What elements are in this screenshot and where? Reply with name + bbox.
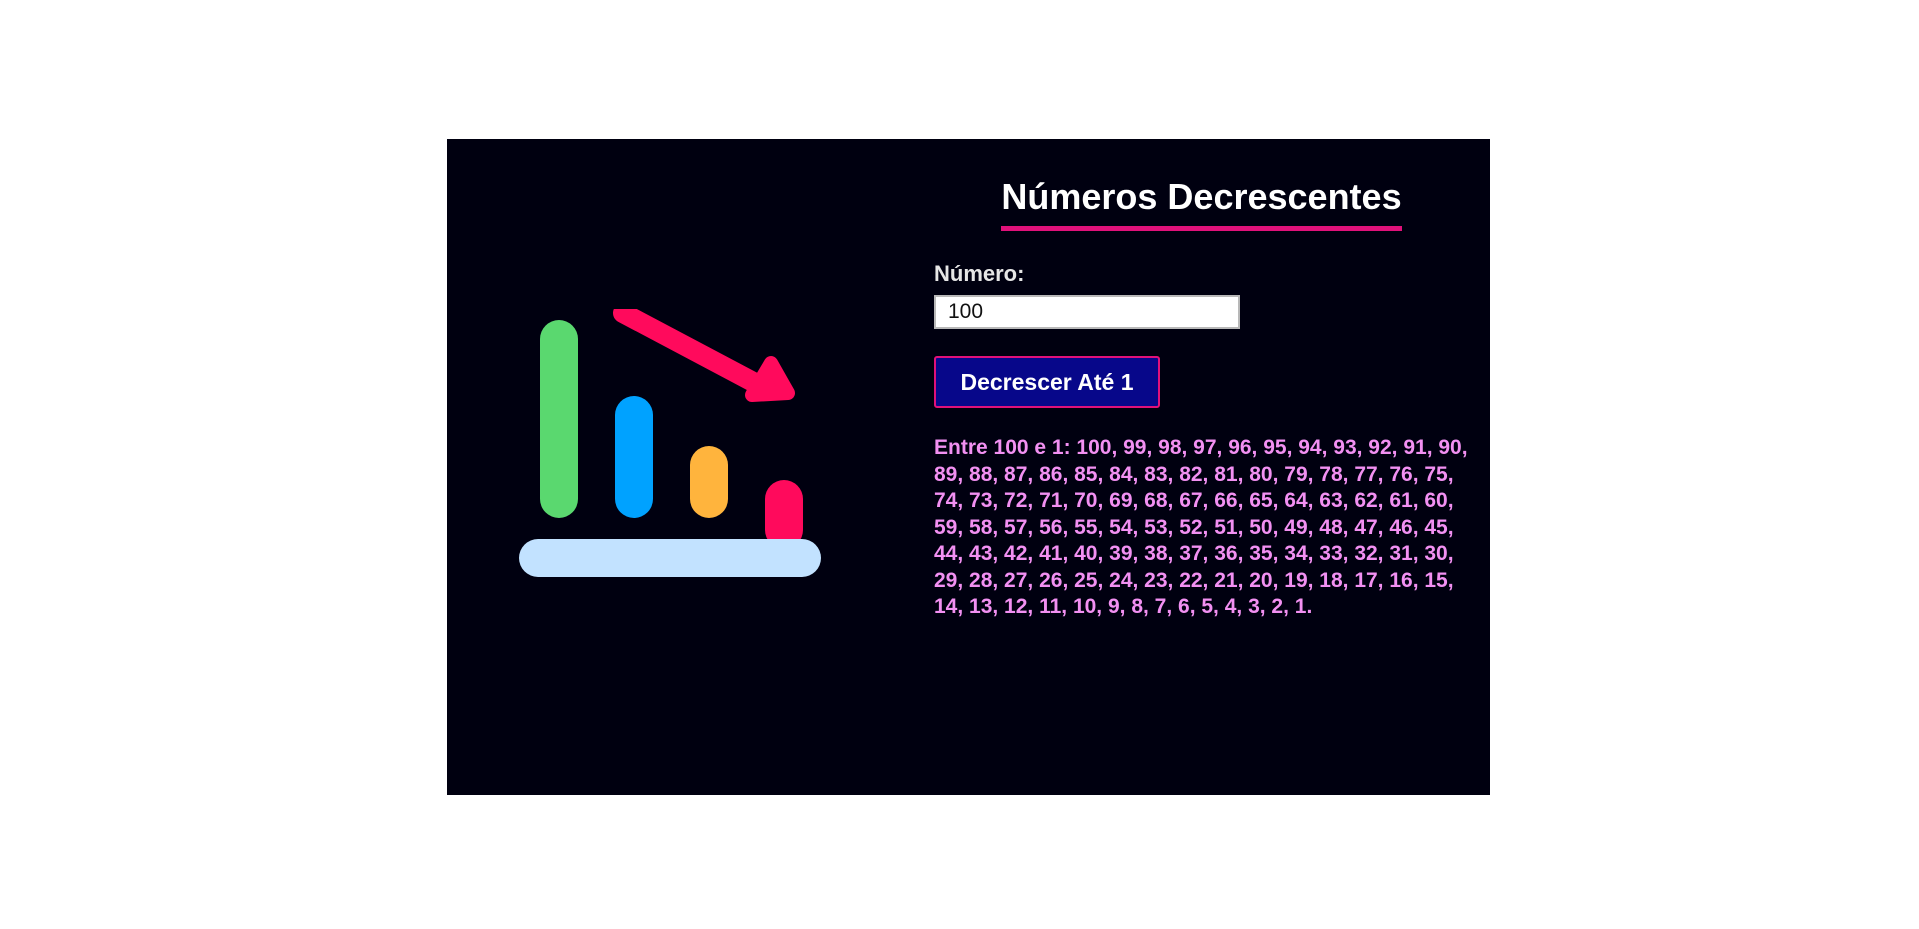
page-title: Números Decrescentes xyxy=(1001,174,1402,231)
decrease-button[interactable]: Decrescer Até 1 xyxy=(934,356,1160,408)
number-label: Número: xyxy=(934,261,1025,286)
title-container: Números Decrescentes xyxy=(934,174,1469,231)
form-panel: Números Decrescentes Número: Decrescer A… xyxy=(934,174,1474,621)
main-card: Números Decrescentes Número: Decrescer A… xyxy=(447,139,1490,795)
arrow-shaft xyxy=(613,309,767,394)
arrow-head xyxy=(745,356,795,402)
chart-base xyxy=(519,539,821,577)
declining-bar-chart-icon xyxy=(519,309,821,577)
number-input[interactable] xyxy=(934,295,1240,329)
result-text: Entre 100 e 1: 100, 99, 98, 97, 96, 95, … xyxy=(934,436,1468,618)
